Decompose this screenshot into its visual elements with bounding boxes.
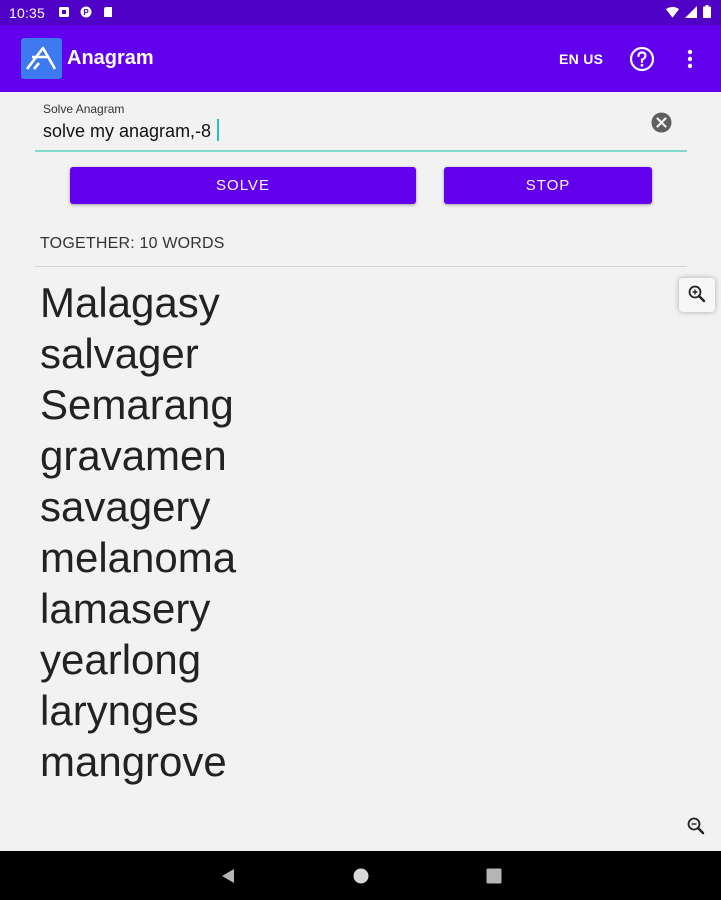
zoom-out-icon[interactable] [685, 815, 707, 837]
status-time: 10:35 [9, 5, 46, 21]
input-underline [35, 150, 687, 152]
solve-button[interactable]: SOLVE [70, 167, 416, 204]
signal-icon [685, 5, 697, 18]
divider [35, 266, 687, 267]
list-item[interactable]: salvager [40, 328, 236, 379]
input-label: Solve Anagram [43, 102, 125, 116]
notification-square-icon [59, 7, 69, 17]
word-list: Malagasy salvager Semarang gravamen sava… [40, 277, 236, 787]
clear-icon[interactable] [651, 112, 672, 133]
results-header: TOGETHER: 10 WORDS [40, 235, 225, 252]
list-item[interactable]: lamasery [40, 583, 236, 634]
status-bar: 10:35 P [0, 0, 721, 25]
wifi-icon [666, 6, 679, 18]
list-item[interactable]: savagery [40, 481, 236, 532]
navigation-bar [0, 851, 721, 900]
app-bar: Anagram EN US [0, 25, 721, 92]
list-item[interactable]: melanoma [40, 532, 236, 583]
more-vert-icon[interactable] [679, 46, 701, 72]
list-item[interactable]: mangrove [40, 736, 236, 787]
list-item[interactable]: gravamen [40, 430, 236, 481]
sd-card-icon [104, 7, 112, 17]
stop-button[interactable]: STOP [444, 167, 652, 204]
anagram-logo-icon [21, 38, 62, 79]
recents-icon[interactable] [485, 867, 503, 885]
zoom-in-button[interactable] [679, 278, 715, 312]
notification-p-icon: P [80, 6, 92, 18]
list-item[interactable]: larynges [40, 685, 236, 736]
anagram-input[interactable] [43, 119, 643, 143]
back-icon[interactable] [219, 867, 237, 885]
help-icon[interactable] [629, 46, 655, 72]
svg-text:P: P [83, 8, 89, 17]
home-icon[interactable] [352, 867, 370, 885]
list-item[interactable]: Malagasy [40, 277, 236, 328]
battery-icon [703, 5, 711, 18]
system-status [666, 5, 711, 18]
language-button[interactable]: EN US [559, 51, 603, 67]
list-item[interactable]: yearlong [40, 634, 236, 685]
list-item[interactable]: Semarang [40, 379, 236, 430]
text-caret [217, 119, 219, 141]
zoom-in-icon [688, 285, 706, 303]
app-title: Anagram [67, 47, 154, 69]
